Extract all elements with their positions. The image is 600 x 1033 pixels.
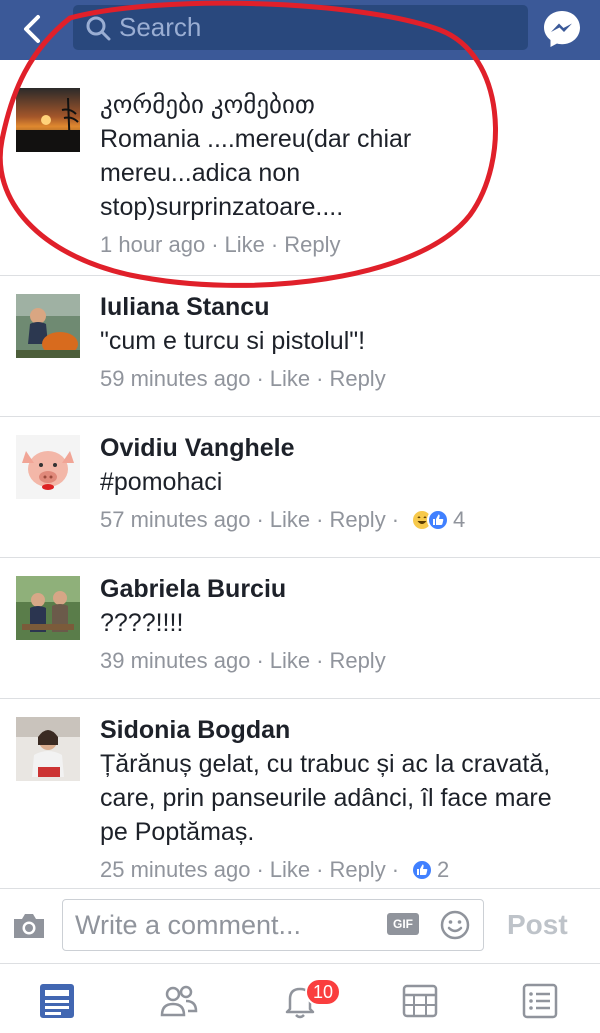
search-icon — [86, 16, 111, 40]
like-reaction-icon — [411, 859, 434, 881]
comment-time: 39 minutes ago — [100, 648, 251, 673]
calendar-grid-icon — [402, 984, 438, 1018]
comment-time: 1 hour ago — [100, 232, 206, 257]
avatar[interactable] — [16, 576, 80, 640]
menu-list-icon — [522, 983, 558, 1019]
search-input[interactable] — [119, 12, 499, 43]
comment-input-box[interactable]: GIF — [62, 899, 484, 951]
comment-text: ????!!!! — [100, 609, 184, 637]
comment-item: Gabriela Burciu ????!!!! 39 minutes ago … — [0, 558, 600, 699]
like-link[interactable]: Like — [270, 646, 310, 676]
avatar[interactable] — [16, 717, 80, 781]
nav-news-feed[interactable] — [35, 979, 79, 1023]
reactions[interactable]: 2 — [411, 855, 449, 885]
comment-item: Ovidiu Vanghele #pomohaci 57 minutes ago… — [0, 417, 600, 558]
chevron-left-icon — [24, 15, 40, 43]
comment-time: 59 minutes ago — [100, 366, 251, 391]
smiley-icon — [440, 910, 470, 940]
comment-item: კორმები კომებით Romania ....mereu(dar ch… — [0, 60, 600, 276]
news-feed-icon — [40, 984, 74, 1018]
emoji-button[interactable] — [439, 909, 471, 941]
like-link[interactable]: Like — [270, 364, 310, 394]
reactions[interactable]: 4 — [411, 505, 465, 535]
comment-text: Țărănuș gelat, cu trabuc și ac la cravat… — [100, 750, 552, 846]
comment-meta: 39 minutes ago · Like · Reply — [100, 646, 590, 676]
comments-list: კორმები კომებით Romania ....mereu(dar ch… — [0, 60, 600, 889]
search-bar[interactable] — [73, 5, 528, 50]
like-link[interactable]: Like — [270, 505, 310, 535]
comment-text: "cum e turcu si pistolul"! — [100, 327, 366, 355]
comment-author[interactable]: კორმები კომებით — [100, 90, 590, 120]
notifications-badge: 10 — [305, 978, 342, 1006]
reply-link[interactable]: Reply — [284, 230, 340, 260]
post-button[interactable]: Post — [507, 909, 568, 941]
friends-icon — [160, 985, 198, 1017]
back-button[interactable] — [10, 8, 54, 50]
like-reaction-icon — [427, 509, 450, 531]
reply-link[interactable]: Reply — [329, 505, 385, 535]
comment-text: Romania ....mereu(dar chiar mereu...adic… — [100, 125, 412, 221]
reply-link[interactable]: Reply — [329, 855, 385, 885]
comment-author[interactable]: Gabriela Burciu — [100, 574, 590, 604]
bottom-navigation: 10 — [0, 963, 600, 1033]
camera-icon — [14, 914, 44, 938]
gif-button[interactable]: GIF — [387, 913, 419, 935]
camera-button[interactable] — [10, 907, 48, 945]
nav-marketplace[interactable] — [398, 979, 442, 1023]
comment-author[interactable]: Iuliana Stancu — [100, 292, 590, 322]
comment-text: #pomohaci — [100, 468, 223, 496]
reply-link[interactable]: Reply — [329, 364, 385, 394]
comment-time: 57 minutes ago — [100, 507, 251, 532]
comment-meta: 57 minutes ago · Like · Reply · 4 — [100, 505, 590, 535]
avatar[interactable] — [16, 88, 80, 152]
avatar[interactable] — [16, 294, 80, 358]
comment-time: 25 minutes ago — [100, 857, 251, 882]
comment-composer: GIF Post — [0, 888, 600, 963]
reaction-count: 2 — [437, 857, 450, 882]
nav-friends[interactable] — [157, 979, 201, 1023]
comment-meta: 1 hour ago · Like · Reply — [100, 230, 590, 260]
comment-item: Sidonia Bogdan Țărănuș gelat, cu trabuc … — [0, 699, 600, 889]
comment-author[interactable]: Sidonia Bogdan — [100, 715, 590, 745]
nav-menu[interactable] — [518, 979, 562, 1023]
messenger-button[interactable] — [541, 8, 583, 50]
comment-author[interactable]: Ovidiu Vanghele — [100, 433, 590, 463]
comment-meta: 59 minutes ago · Like · Reply — [100, 364, 590, 394]
like-link[interactable]: Like — [270, 855, 310, 885]
comment-input[interactable] — [75, 909, 375, 941]
comment-meta: 25 minutes ago · Like · Reply · 2 — [100, 855, 590, 885]
top-bar — [0, 0, 600, 60]
reply-link[interactable]: Reply — [329, 646, 385, 676]
comment-item: Iuliana Stancu "cum e turcu si pistolul"… — [0, 276, 600, 417]
reaction-count: 4 — [453, 507, 466, 532]
messenger-icon — [544, 11, 580, 47]
avatar[interactable] — [16, 435, 80, 499]
like-link[interactable]: Like — [225, 230, 265, 260]
